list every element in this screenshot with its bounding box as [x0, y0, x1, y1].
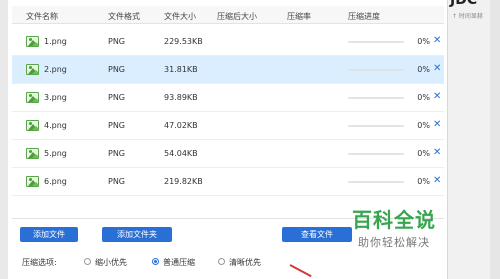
close-icon[interactable]: ✕ [433, 175, 441, 186]
file-size: 31.81KB [164, 65, 198, 74]
column-header-ratio: 压缩率 [287, 12, 311, 21]
progress-percent: 0% [417, 93, 430, 102]
option-normal-compression-label[interactable]: 普通压缩 [163, 257, 195, 268]
close-icon[interactable]: ✕ [433, 63, 441, 74]
file-name: 5.png [44, 149, 67, 158]
compression-options-label: 压缩选项: [22, 258, 57, 267]
column-header-progress: 压缩进度 [348, 12, 380, 21]
file-row[interactable]: 2.png PNG 31.81KB 0% ✕ [12, 56, 444, 84]
file-size: 54.04KB [164, 149, 198, 158]
annotation-arrow [289, 264, 312, 278]
file-format: PNG [108, 93, 126, 102]
progress-percent: 0% [417, 121, 430, 130]
file-row[interactable]: 5.png PNG 54.04KB 0% ✕ [12, 140, 444, 168]
list-divider [12, 218, 444, 219]
background-subtitle: ↑ 时间显赫 [452, 13, 483, 20]
file-name: 1.png [44, 37, 67, 46]
progress-percent: 0% [417, 65, 430, 74]
add-folder-button[interactable]: 添加文件夹 [102, 227, 172, 242]
file-format: PNG [108, 121, 126, 130]
column-header-compressed-size: 压缩后大小 [217, 12, 257, 21]
progress-bar [348, 97, 404, 99]
image-file-icon [26, 64, 39, 75]
progress-bar [348, 181, 404, 183]
view-files-button[interactable]: 查看文件 [282, 227, 352, 242]
file-name: 6.png [44, 177, 67, 186]
file-row[interactable]: 6.png PNG 219.82KB 0% ✕ [12, 168, 444, 196]
radio-clarity-priority[interactable] [218, 258, 225, 265]
progress-percent: 0% [417, 149, 430, 158]
background-window-left [0, 0, 8, 279]
close-icon[interactable]: ✕ [433, 91, 441, 102]
file-row[interactable]: 4.png PNG 47.02KB 0% ✕ [12, 112, 444, 140]
close-icon[interactable]: ✕ [433, 147, 441, 158]
image-file-icon [26, 120, 39, 131]
image-file-icon [26, 36, 39, 47]
file-name: 4.png [44, 121, 67, 130]
column-header-format: 文件格式 [108, 12, 140, 21]
window-edge [490, 0, 500, 279]
compressor-panel: 文件名称 文件格式 文件大小 压缩后大小 压缩率 压缩进度 1.png PNG 22… [8, 0, 444, 279]
file-row[interactable]: 1.png PNG 229.53KB 0% ✕ [12, 28, 444, 56]
add-file-button[interactable]: 添加文件 [20, 227, 78, 242]
file-size: 47.02KB [164, 121, 198, 130]
file-row[interactable]: 3.png PNG 93.89KB 0% ✕ [12, 84, 444, 112]
radio-size-priority[interactable] [84, 258, 91, 265]
radio-normal-compression[interactable] [152, 258, 159, 265]
image-file-icon [26, 148, 39, 159]
file-format: PNG [108, 149, 126, 158]
progress-bar [348, 41, 404, 43]
progress-bar [348, 153, 404, 155]
option-clarity-priority-label[interactable]: 清晰优先 [229, 257, 261, 268]
background-title: JDC [450, 0, 478, 8]
file-format: PNG [108, 65, 126, 74]
progress-percent: 0% [417, 177, 430, 186]
file-size: 219.82KB [164, 177, 203, 186]
file-format: PNG [108, 37, 126, 46]
close-icon[interactable]: ✕ [433, 35, 441, 46]
image-file-icon [26, 176, 39, 187]
progress-bar [348, 69, 404, 71]
file-size: 229.53KB [164, 37, 203, 46]
progress-percent: 0% [417, 37, 430, 46]
image-file-icon [26, 92, 39, 103]
file-size: 93.89KB [164, 93, 198, 102]
file-name: 3.png [44, 93, 67, 102]
progress-bar [348, 125, 404, 127]
column-header-size: 文件大小 [164, 12, 196, 21]
column-header-name: 文件名称 [26, 12, 58, 21]
file-format: PNG [108, 177, 126, 186]
close-icon[interactable]: ✕ [433, 119, 441, 130]
file-name: 2.png [44, 65, 67, 74]
option-size-priority-label[interactable]: 缩小优先 [95, 257, 127, 268]
file-table-header: 文件名称 文件格式 文件大小 压缩后大小 压缩率 压缩进度 [12, 6, 444, 24]
